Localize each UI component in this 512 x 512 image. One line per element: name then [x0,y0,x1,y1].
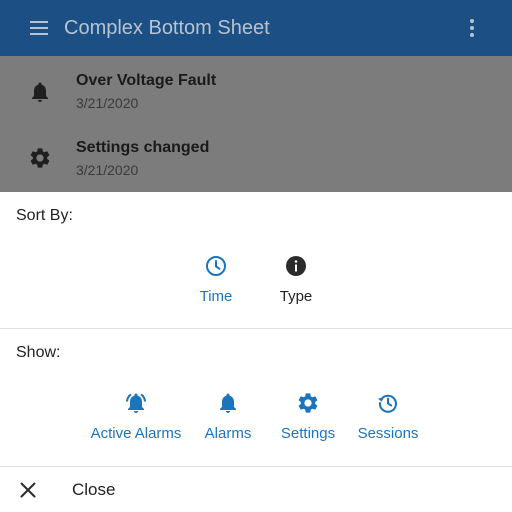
app-bar: Complex Bottom Sheet [0,0,512,56]
list-item: Over Voltage Fault 3/21/2020 [0,60,512,120]
list-item-title: Settings changed [76,139,210,156]
list-item-title: Over Voltage Fault [76,72,217,89]
more-vert-icon[interactable] [460,16,484,40]
history-icon [376,391,400,415]
bottom-sheet: Sort By: Time Type Show: Active Alarms A… [0,192,512,512]
app-title: Complex Bottom Sheet [64,16,270,39]
show-option-label: Settings [280,425,336,442]
event-list: Over Voltage Fault 3/21/2020 Settings ch… [0,56,512,192]
show-title: Show: [16,344,61,361]
gear-icon [296,391,320,415]
show-option-label: Sessions [357,425,419,442]
gear-icon [28,146,52,170]
active-alarm-icon [124,391,148,415]
show-option-label: Active Alarms [90,425,182,442]
clock-icon [204,254,228,278]
menu-icon[interactable] [28,16,52,40]
info-icon [284,254,308,278]
sort-option-label: Type [279,288,313,305]
divider [0,328,512,329]
show-option-label: Alarms [204,425,252,442]
bell-icon [28,80,52,104]
list-item-date: 3/21/2020 [76,162,139,178]
list-item-date: 3/21/2020 [76,95,139,111]
close-button[interactable]: Close [0,466,512,512]
bell-icon [216,391,240,415]
close-label: Close [72,480,116,499]
close-icon [16,478,40,502]
sort-option-label: Time [199,288,233,305]
sort-option-type[interactable]: Type [241,254,351,305]
sort-by-title: Sort By: [16,207,73,224]
list-item: Settings changed 3/21/2020 [0,126,512,186]
show-option-sessions[interactable]: Sessions [333,391,443,442]
